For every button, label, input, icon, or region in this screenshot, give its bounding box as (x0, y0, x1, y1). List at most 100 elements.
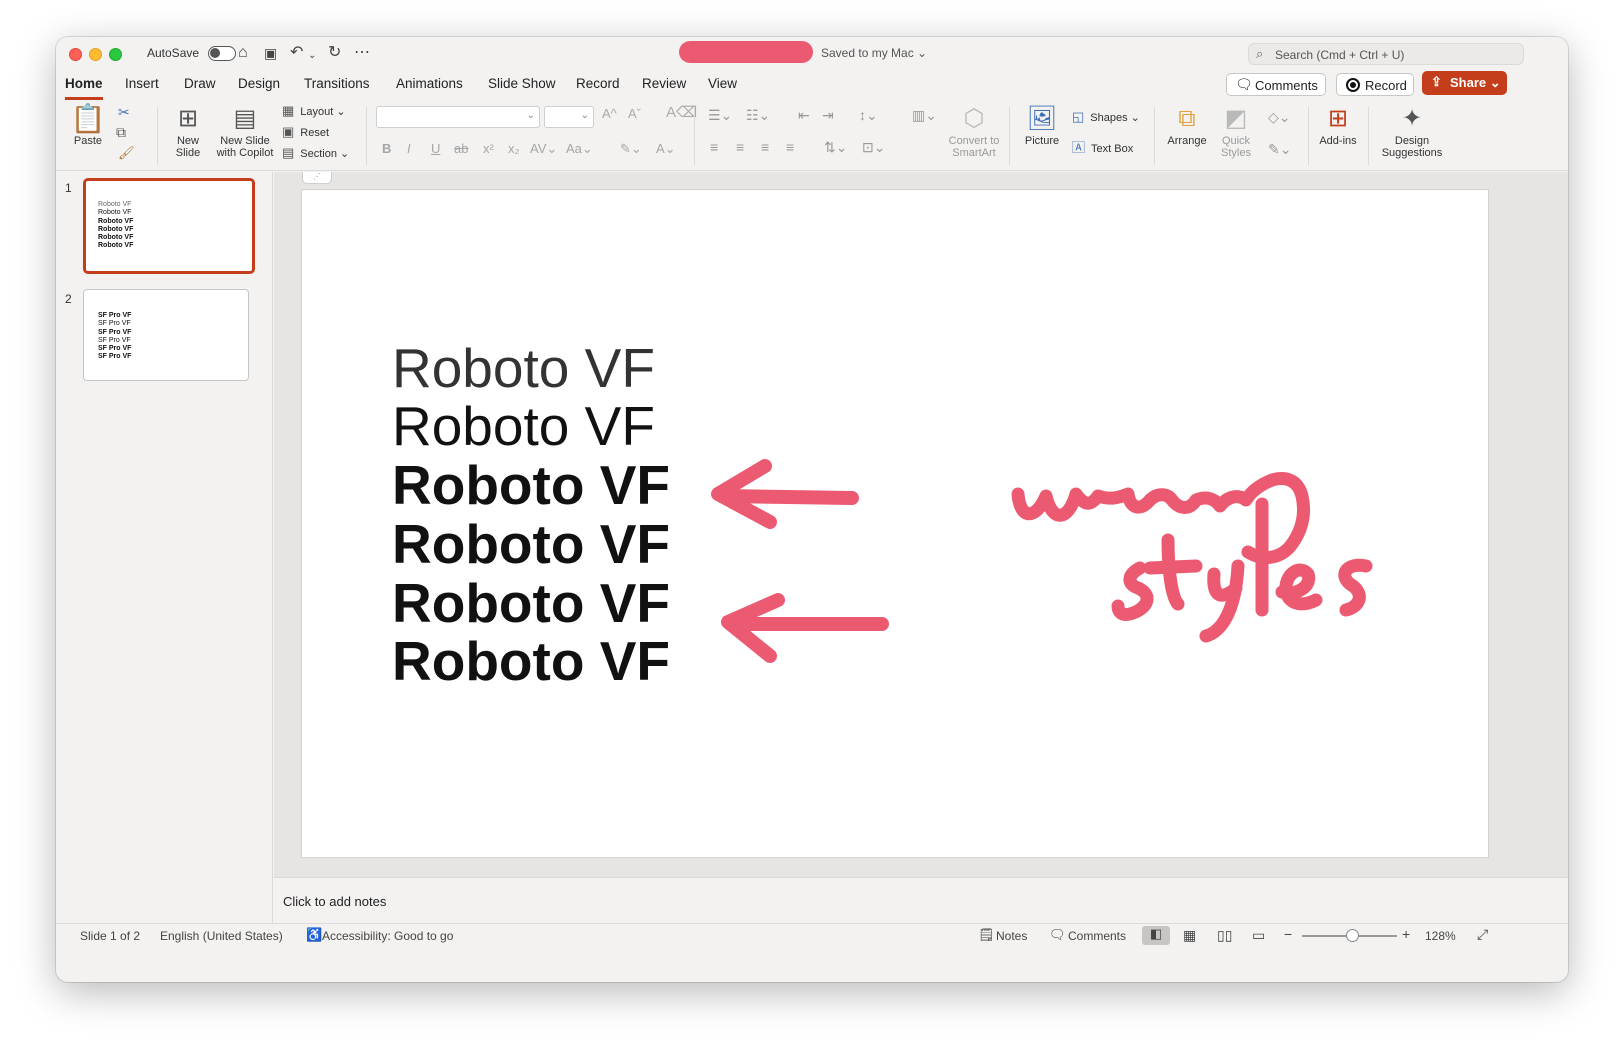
share-button[interactable]: ⇪ Share ⌄ (1422, 71, 1507, 95)
clear-formatting-icon[interactable]: A⌫ (666, 105, 697, 120)
redo-icon[interactable]: ↻ (328, 43, 341, 63)
shape-fill-icon[interactable]: ◇⌄ (1268, 109, 1291, 126)
decrease-font-size-icon[interactable]: Aˇ (628, 107, 641, 121)
strikethrough-icon[interactable]: ab (454, 141, 468, 156)
zoom-slider-handle[interactable] (1346, 929, 1359, 942)
italic-icon[interactable]: I (407, 141, 411, 156)
tab-design[interactable]: Design (238, 76, 280, 100)
home-icon[interactable]: ⌂ (238, 43, 248, 63)
align-left-icon[interactable]: ≡ (710, 139, 718, 155)
save-status[interactable]: Saved to my Mac ⌄ (821, 46, 927, 60)
more-icon[interactable]: ⋯ (354, 43, 370, 63)
slideshow-icon[interactable]: ▭ (1252, 927, 1265, 944)
slide-text-line[interactable]: Roboto VF (392, 573, 670, 633)
comments-button[interactable]: 🗨 Comments (1226, 73, 1326, 96)
language-indicator[interactable]: English (United States) (160, 929, 283, 943)
font-color-icon[interactable]: A⌄ (656, 141, 676, 157)
reading-view-icon[interactable]: ▯▯ (1217, 927, 1232, 944)
copy-icon[interactable]: ⧉ (116, 125, 126, 139)
thumb-line: Roboto VF (98, 217, 134, 225)
picture-button[interactable]: 🖼 Picture (1020, 105, 1064, 147)
quick-styles-button[interactable]: ◩ Quick Styles (1214, 105, 1258, 159)
slide-canvas[interactable]: Roboto VF Roboto VF Roboto VF Roboto VF … (302, 190, 1488, 857)
underline-icon[interactable]: U (431, 141, 440, 156)
tab-transitions[interactable]: Transitions (304, 76, 370, 100)
slide-text-line[interactable]: Roboto VF (392, 338, 655, 398)
zoom-out-icon[interactable]: − (1284, 926, 1292, 942)
zoom-in-icon[interactable]: + (1402, 926, 1410, 942)
numbering-icon[interactable]: ☷⌄ (746, 107, 770, 124)
columns-icon[interactable]: ▥⌄ (912, 107, 937, 124)
justify-icon[interactable]: ≡ (786, 139, 794, 155)
paste-button[interactable]: 📋 Paste (68, 105, 108, 148)
slide-thumbnail-2[interactable]: SF Pro VF SF Pro VF SF Pro VF SF Pro VF … (83, 289, 249, 381)
convert-smartart-button[interactable]: ⬡ Convert to SmartArt (946, 105, 1002, 159)
quick-styles-icon: ◩ (1224, 105, 1248, 132)
design-suggestions-button[interactable]: ✦ Design Suggestions (1376, 105, 1448, 159)
tab-record[interactable]: Record (576, 76, 620, 100)
line-spacing-icon[interactable]: ↕⌄ (859, 107, 878, 124)
slide-text-line[interactable]: Roboto VF (392, 514, 670, 574)
arrange-button[interactable]: ⧉ Arrange (1164, 105, 1210, 147)
search-box[interactable]: ⌕ Search (Cmd + Ctrl + U) (1248, 43, 1524, 65)
slide-thumbnail-1[interactable]: Roboto VF Roboto VF Roboto VF Roboto VF … (83, 178, 255, 274)
comments-toggle[interactable]: Comments (1068, 929, 1126, 943)
title-bar: AutoSave ⌂ ▣ ↶ ⌄ ↻ ⋯ Saved to my Mac ⌄ ⌕… (56, 37, 1568, 71)
thumb-line: Roboto VF (98, 234, 134, 242)
undo-icon[interactable]: ↶ (290, 43, 303, 63)
shape-outline-icon[interactable]: ✎⌄ (1268, 141, 1291, 158)
slide-text-line[interactable]: Roboto VF (392, 631, 670, 691)
tab-insert[interactable]: Insert (125, 76, 159, 100)
tab-review[interactable]: Review (642, 76, 686, 100)
character-spacing-icon[interactable]: AV⌄ (530, 141, 557, 157)
zoom-level[interactable]: 128% (1425, 929, 1456, 943)
tab-draw[interactable]: Draw (184, 76, 216, 100)
minimize-window-button[interactable] (89, 48, 102, 61)
tab-animations[interactable]: Animations (396, 76, 463, 100)
shapes-button[interactable]: ◱ Shapes ⌄ (1072, 110, 1140, 125)
align-right-icon[interactable]: ≡ (761, 139, 769, 155)
save-icon[interactable]: ▣ (264, 43, 277, 63)
reset-button[interactable]: ▣ Reset (282, 125, 329, 140)
fit-to-window-icon[interactable]: ⤢ (1477, 926, 1488, 943)
font-name-dropdown[interactable]: ⌄ (376, 106, 540, 128)
bullets-icon[interactable]: ☰⌄ (708, 107, 732, 124)
align-text-icon[interactable]: ⊡⌄ (862, 139, 885, 156)
decrease-indent-icon[interactable]: ⇤ (798, 107, 810, 124)
add-ins-button[interactable]: ⊞ Add-ins (1316, 105, 1360, 147)
slide-text-line[interactable]: Roboto VF (392, 455, 670, 515)
text-box-button[interactable]: 🄰 Text Box (1072, 141, 1133, 156)
normal-view-icon[interactable]: ◧ (1142, 926, 1170, 945)
new-slide-button[interactable]: ⊞ New Slide (166, 105, 210, 159)
close-window-button[interactable] (69, 48, 82, 61)
accessibility-status[interactable]: Accessibility: Good to go (322, 929, 453, 943)
tab-slide-show[interactable]: Slide Show (488, 76, 556, 100)
slide-text-line[interactable]: Roboto VF (392, 396, 655, 456)
superscript-icon[interactable]: x² (483, 141, 494, 156)
increase-font-size-icon[interactable]: A^ (602, 107, 617, 121)
align-center-icon[interactable]: ≡ (736, 139, 744, 155)
text-direction-icon[interactable]: ⇅⌄ (824, 139, 847, 156)
new-slide-copilot-button[interactable]: ▤ New Slide with Copilot (213, 105, 277, 159)
maximize-window-button[interactable] (109, 48, 122, 61)
tab-home[interactable]: Home (65, 76, 103, 100)
cut-icon[interactable]: ✂ (118, 105, 130, 119)
increase-indent-icon[interactable]: ⇥ (822, 107, 834, 124)
undo-dropdown-icon[interactable]: ⌄ (308, 46, 316, 66)
highlight-icon[interactable]: ✎⌄ (620, 141, 642, 157)
autosave-toggle[interactable] (208, 46, 236, 61)
font-size-dropdown[interactable]: ⌄ (544, 106, 594, 128)
section-button[interactable]: ▤ Section ⌄ (282, 146, 349, 161)
slide-sorter-icon[interactable]: ▦ (1183, 927, 1196, 944)
subscript-icon[interactable]: x₂ (508, 141, 520, 156)
format-painter-icon[interactable]: 🖌 (118, 146, 135, 160)
change-case-icon[interactable]: Aa⌄ (566, 141, 593, 157)
layout-button[interactable]: ▦ Layout ⌄ (282, 104, 346, 119)
notes-toggle[interactable]: Notes (996, 929, 1027, 943)
tab-view[interactable]: View (708, 76, 737, 100)
notes-pane[interactable]: Click to add notes (274, 877, 1568, 923)
ribbon-separator (1154, 107, 1155, 165)
copilot-handle[interactable]: ⋰ (302, 172, 332, 184)
record-button[interactable]: Record (1336, 73, 1414, 96)
bold-icon[interactable]: B (382, 141, 391, 156)
